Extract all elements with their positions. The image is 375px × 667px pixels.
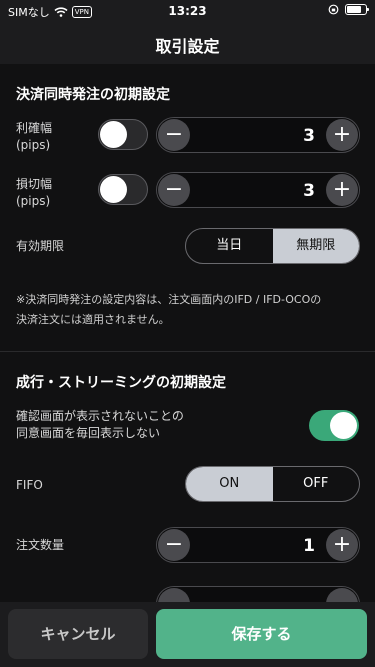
cancel-button[interactable]: キャンセル: [8, 609, 148, 659]
fifo-option-off[interactable]: OFF: [273, 467, 360, 501]
nav-bar: 取引設定: [0, 22, 375, 64]
confirm-label-line-1: 確認画面が表示されないことの: [16, 409, 184, 423]
section-title-settlement: 決済同時発注の初期設定: [16, 87, 170, 103]
quantity-value[interactable]: 1: [303, 536, 315, 556]
section-title-market: 成行・ストリーミングの初期設定: [16, 375, 226, 391]
confirm-label: 確認画面が表示されないことの 同意画面を毎回表示しない: [16, 408, 184, 442]
settlement-note: ※決済同時発注の設定内容は、注文画面内のIFD / IFD-OCOの 決済注文に…: [16, 290, 361, 330]
status-right: [328, 4, 369, 15]
next-row-stepper[interactable]: [156, 586, 360, 602]
take-profit-value[interactable]: 3: [303, 126, 315, 146]
toggle-knob: [100, 121, 127, 148]
quantity-label: 注文数量: [16, 538, 65, 552]
take-profit-unit: (pips): [16, 138, 51, 152]
stop-loss-label-text: 損切幅: [16, 177, 53, 191]
quantity-minus-button[interactable]: −: [158, 529, 190, 561]
section-divider: [0, 351, 375, 352]
confirm-label-line-2: 同意画面を毎回表示しない: [16, 426, 161, 440]
page-title: 取引設定: [155, 37, 220, 56]
take-profit-label: 利確幅 (pips): [16, 120, 52, 154]
note-line-2: 決済注文には適用されません。: [16, 313, 170, 326]
expiry-segmented-control[interactable]: 当日 無期限: [185, 228, 360, 264]
confirm-skip-toggle[interactable]: [309, 410, 359, 441]
take-profit-label-text: 利確幅: [16, 121, 53, 135]
note-line-1: ※決済同時発注の設定内容は、注文画面内のIFD / IFD-OCOの: [16, 293, 322, 306]
toggle-knob: [100, 176, 127, 203]
take-profit-minus-button[interactable]: −: [158, 119, 190, 151]
stop-loss-toggle[interactable]: [98, 174, 148, 205]
toggle-knob: [330, 412, 357, 439]
expiry-label: 有効期限: [16, 239, 65, 253]
take-profit-stepper[interactable]: − 3 +: [156, 117, 360, 153]
stop-loss-label: 損切幅 (pips): [16, 176, 52, 210]
fifo-option-on[interactable]: ON: [186, 467, 273, 501]
expiry-option-today[interactable]: 当日: [186, 229, 273, 263]
fifo-label: FIFO: [16, 478, 43, 492]
quantity-plus-button[interactable]: +: [326, 529, 358, 561]
expiry-option-unlimited[interactable]: 無期限: [272, 229, 359, 263]
stop-loss-unit: (pips): [16, 194, 51, 208]
stop-loss-stepper[interactable]: − 3 +: [156, 172, 360, 208]
next-row-plus-button[interactable]: [326, 588, 358, 602]
take-profit-toggle[interactable]: [98, 119, 148, 150]
next-row-minus-button[interactable]: [158, 588, 190, 602]
status-time: 13:23: [168, 4, 207, 18]
stop-loss-minus-button[interactable]: −: [158, 174, 190, 206]
orientation-lock-icon: [328, 4, 339, 15]
battery-icon: [345, 4, 369, 15]
take-profit-plus-button[interactable]: +: [326, 119, 358, 151]
status-bar: SIMなし VPN 13:23: [0, 0, 375, 22]
quantity-stepper[interactable]: − 1 +: [156, 527, 360, 563]
footer-bar: キャンセル 保存する: [0, 602, 375, 667]
stop-loss-value[interactable]: 3: [303, 181, 315, 201]
save-button[interactable]: 保存する: [156, 609, 367, 659]
settings-content[interactable]: 決済同時発注の初期設定 利確幅 (pips) − 3 + 損切幅 (pips) …: [0, 64, 375, 602]
stop-loss-plus-button[interactable]: +: [326, 174, 358, 206]
fifo-segmented-control[interactable]: ON OFF: [185, 466, 360, 502]
